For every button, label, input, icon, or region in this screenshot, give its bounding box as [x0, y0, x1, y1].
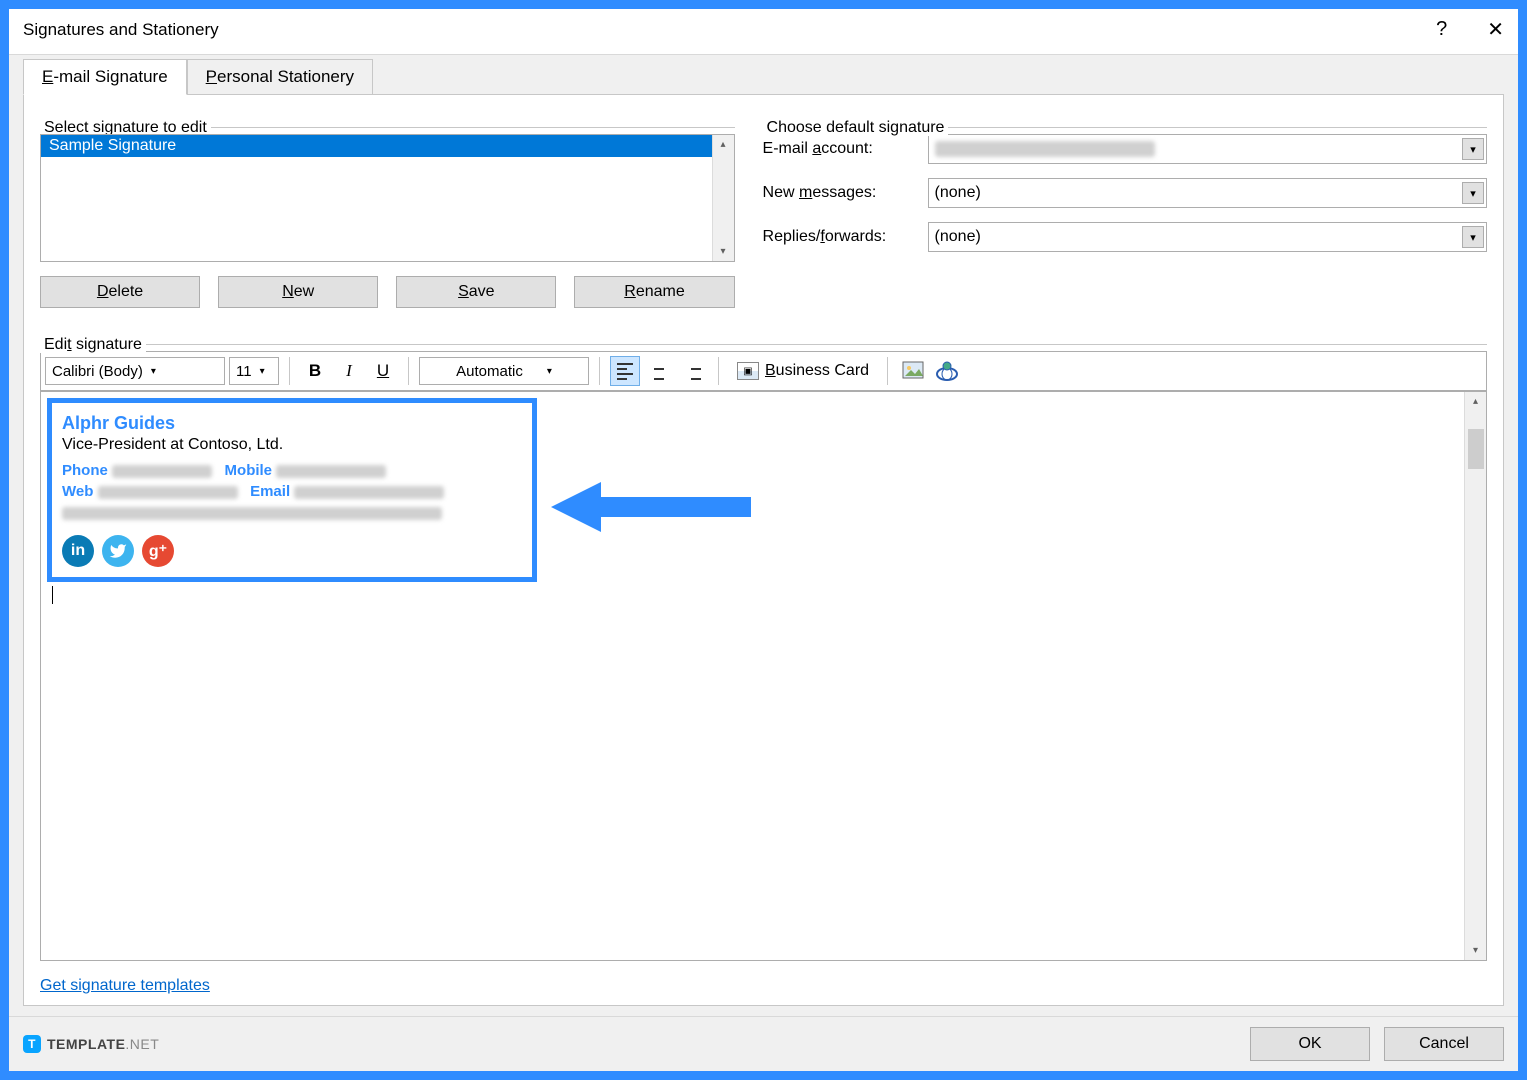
align-right-button[interactable] [678, 356, 708, 386]
signature-address-row [62, 504, 520, 521]
replies-forwards-dropdown[interactable]: (none) ▾ [928, 222, 1487, 252]
twitter-icon[interactable] [102, 535, 134, 567]
template-logo-icon: T [23, 1035, 41, 1053]
bold-button[interactable]: B [300, 356, 330, 386]
dialog-body: E-mail Signature Personal Stationery Sel… [9, 54, 1518, 1016]
email-account-dropdown[interactable]: ▾ [928, 134, 1487, 164]
ok-button[interactable]: OK [1250, 1027, 1370, 1061]
delete-button[interactable]: Delete [40, 276, 200, 308]
signature-list[interactable]: Sample Signature ▴ ▾ [40, 134, 735, 262]
insert-picture-button[interactable] [898, 356, 928, 386]
scroll-down-icon[interactable]: ▾ [1473, 945, 1478, 956]
text-cursor [52, 586, 53, 604]
social-icons-row: in g⁺ [62, 535, 520, 567]
titlebar: Signatures and Stationery ? ✕ [9, 9, 1518, 54]
scroll-up-icon[interactable]: ▴ [1473, 396, 1478, 407]
underline-button[interactable]: U [368, 356, 398, 386]
scrollbar-thumb[interactable] [1468, 429, 1484, 469]
signature-editor[interactable]: Alphr Guides Vice-President at Contoso, … [40, 391, 1487, 961]
signature-web-row: Web Email [62, 483, 520, 500]
tab-email-signature[interactable]: E-mail Signature [23, 59, 187, 95]
business-card-button[interactable]: ▣ Business Card [729, 356, 877, 386]
annotation-arrow [551, 477, 761, 537]
chevron-down-icon: ▾ [151, 366, 156, 377]
edit-signature-label: Edit signature [40, 336, 146, 353]
signature-list-item[interactable]: Sample Signature [41, 135, 734, 157]
align-left-button[interactable] [610, 356, 640, 386]
business-card-icon: ▣ [737, 362, 759, 380]
chevron-down-icon: ▾ [1462, 226, 1484, 248]
email-account-value [935, 141, 1155, 157]
scroll-down-icon[interactable]: ▾ [721, 246, 726, 257]
tab-strip: E-mail Signature Personal Stationery [23, 59, 1504, 95]
get-templates-link[interactable]: Get signature templates [40, 977, 1487, 995]
replies-forwards-value: (none) [935, 228, 981, 246]
email-account-label: E-mail account: [763, 140, 928, 158]
font-color-dropdown[interactable]: Automatic▾ [419, 357, 589, 385]
new-messages-value: (none) [935, 184, 981, 202]
signature-preview-highlight: Alphr Guides Vice-President at Contoso, … [47, 398, 537, 582]
chevron-down-icon: ▾ [260, 366, 265, 377]
dialog-footer: T TEMPLATE.NET OK Cancel [9, 1016, 1518, 1071]
dialog-title: Signatures and Stationery [23, 20, 219, 40]
list-scrollbar[interactable]: ▴ ▾ [712, 135, 734, 261]
signature-job-title: Vice-President at Contoso, Ltd. [62, 436, 520, 454]
default-signature-group: Choose default signature E-mail account:… [763, 109, 1487, 252]
scroll-up-icon[interactable]: ▴ [721, 139, 726, 150]
font-family-dropdown[interactable]: Calibri (Body)▾ [45, 357, 225, 385]
save-button[interactable]: Save [396, 276, 556, 308]
chevron-down-icon: ▾ [1462, 182, 1484, 204]
dialog-window: Signatures and Stationery ? ✕ E-mail Sig… [8, 8, 1519, 1072]
chevron-down-icon: ▾ [547, 366, 552, 377]
editor-toolbar: Calibri (Body)▾ 11▾ B I U Automatic▾ [40, 351, 1487, 391]
tab-content: Select signature to edit Sample Signatur… [23, 94, 1504, 1006]
signature-name: Alphr Guides [62, 413, 520, 434]
default-signature-label: Choose default signature [763, 119, 949, 136]
rename-button[interactable]: Rename [574, 276, 734, 308]
replies-forwards-label: Replies/forwards: [763, 228, 928, 246]
edit-signature-group: Edit signature [40, 326, 1487, 345]
linkedin-icon[interactable]: in [62, 535, 94, 567]
tab-personal-stationery[interactable]: Personal Stationery [187, 59, 373, 95]
align-center-button[interactable] [644, 356, 674, 386]
font-size-dropdown[interactable]: 11▾ [229, 357, 279, 385]
insert-hyperlink-button[interactable] [932, 356, 962, 386]
close-icon[interactable]: ✕ [1487, 17, 1504, 42]
italic-button[interactable]: I [334, 356, 364, 386]
editor-scrollbar[interactable]: ▴ ▾ [1464, 392, 1486, 960]
new-button[interactable]: New [218, 276, 378, 308]
cancel-button[interactable]: Cancel [1384, 1027, 1504, 1061]
signature-contact-row: Phone Mobile [62, 462, 520, 479]
new-messages-label: New messages: [763, 184, 928, 202]
help-icon[interactable]: ? [1436, 18, 1447, 41]
new-messages-dropdown[interactable]: (none) ▾ [928, 178, 1487, 208]
chevron-down-icon: ▾ [1462, 138, 1484, 160]
footer-brand: T TEMPLATE.NET [23, 1035, 159, 1053]
select-signature-group: Select signature to edit Sample Signatur… [40, 109, 735, 308]
googleplus-icon[interactable]: g⁺ [142, 535, 174, 567]
